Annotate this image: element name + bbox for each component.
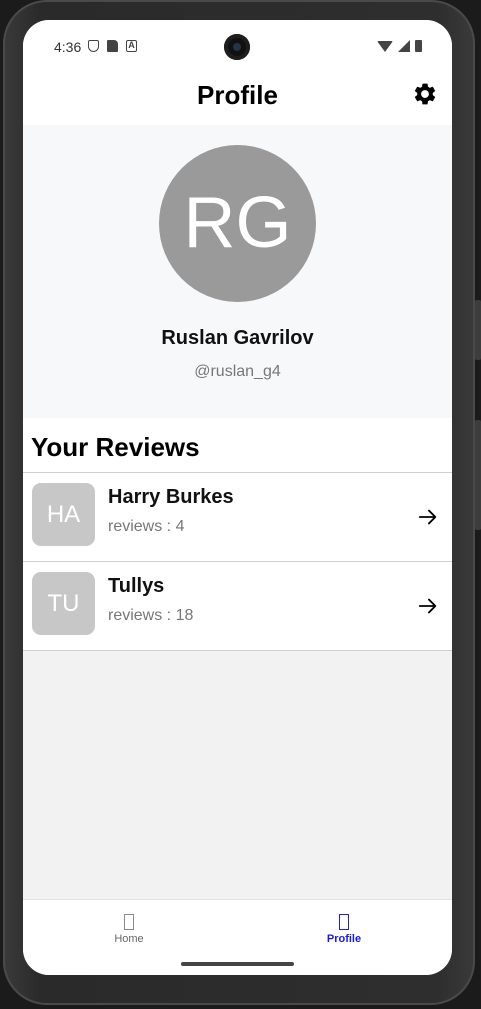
review-avatar: TU [32,572,95,635]
review-name: Tullys [108,575,165,597]
battery-icon [415,40,422,52]
home-indicator[interactable] [181,962,294,966]
review-count: reviews : 4 [108,518,185,535]
nav-label-home: Home [114,933,144,945]
settings-button[interactable] [412,81,438,107]
app-header: Profile [23,72,452,125]
profile-handle: @ruslan_g4 [194,363,281,380]
bottom-nav: Home Profile [23,899,452,975]
status-bar: 4:36 A [23,20,452,72]
gear-icon [414,83,436,105]
review-avatar: HA [32,483,95,546]
nav-label-profile: Profile [326,933,362,945]
home-icon [124,914,134,930]
wifi-icon [377,41,393,52]
review-name: Harry Burkes [108,486,234,508]
nav-item-profile[interactable]: Profile [304,914,384,945]
shield-icon [88,40,99,52]
status-time: 4:36 [54,39,82,55]
screen: 4:36 A Profile RG Ruslan Gavrilov @rusla… [23,20,452,975]
keyboard-a-icon: A [126,40,137,52]
page-title: Profile [197,80,278,110]
avatar: RG [159,145,316,302]
reviews-heading: Your Reviews [23,418,452,473]
reviews-section: Your Reviews HA Harry Burkes reviews : 4… [23,418,452,651]
review-item[interactable]: HA Harry Burkes reviews : 4 [23,473,452,562]
sd-card-icon [107,40,118,52]
arrow-right-icon[interactable] [417,506,439,528]
nav-item-home[interactable]: Home [89,914,169,945]
signal-icon [398,40,410,52]
status-icons-right [377,40,422,52]
profile-name: Ruslan Gavrilov [161,327,314,349]
status-icons-left: A [88,40,137,52]
review-item[interactable]: TU Tullys reviews : 18 [23,562,452,651]
front-camera [224,34,250,60]
profile-icon [339,914,349,930]
volume-button [475,300,481,360]
power-button [475,420,481,530]
profile-section: RG Ruslan Gavrilov @ruslan_g4 [23,125,452,418]
review-count: reviews : 18 [108,607,194,624]
arrow-right-icon[interactable] [417,595,439,617]
